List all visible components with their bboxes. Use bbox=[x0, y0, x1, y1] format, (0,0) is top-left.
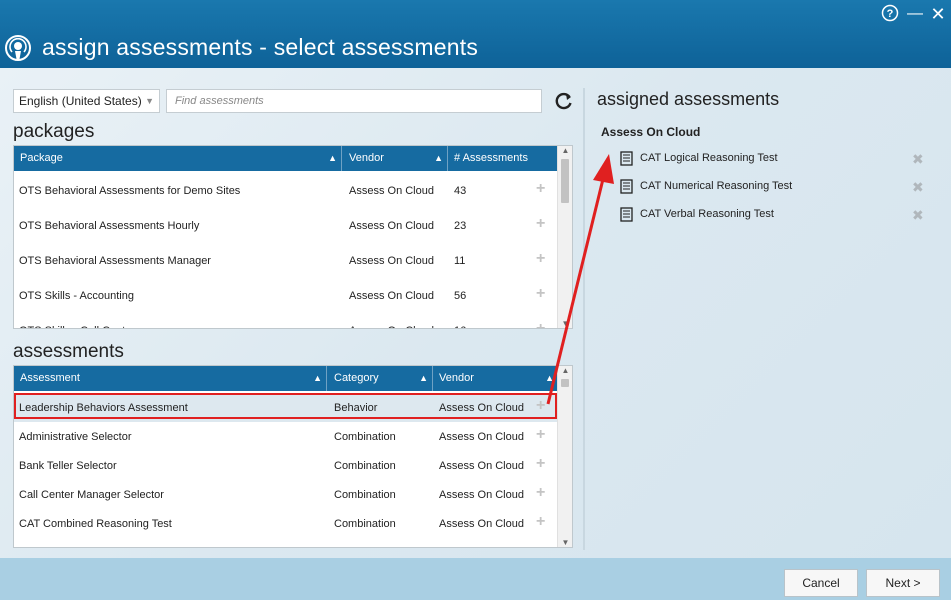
remove-icon[interactable]: ✖ bbox=[912, 151, 924, 168]
add-icon[interactable]: + bbox=[536, 320, 545, 328]
add-icon[interactable]: + bbox=[536, 484, 545, 502]
assessments-grid-header: Assessment ▲ Category ▲ Vendor ▲ bbox=[14, 366, 558, 391]
scroll-thumb[interactable] bbox=[561, 379, 569, 387]
packages-grid: Package ▲ Vendor ▲ # Assessments OTS Behav… bbox=[13, 145, 573, 329]
table-row[interactable]: Bank Teller Selector Combination Assess … bbox=[14, 451, 558, 480]
help-icon: ? bbox=[881, 4, 899, 22]
sort-asc-icon: ▲ bbox=[328, 153, 337, 163]
scroll-up-icon[interactable]: ▲ bbox=[558, 366, 572, 375]
add-icon[interactable]: + bbox=[536, 513, 545, 531]
document-icon bbox=[620, 179, 633, 194]
column-header-category[interactable]: Category ▲ bbox=[328, 366, 433, 391]
search-input[interactable]: Find assessments bbox=[166, 89, 542, 113]
scroll-up-icon[interactable]: ▲ bbox=[558, 146, 572, 155]
packages-section-title: packages bbox=[13, 121, 95, 142]
close-icon: ✕ bbox=[930, 4, 946, 24]
assessments-scrollbar[interactable]: ▲ ▼ bbox=[557, 366, 572, 547]
sort-asc-icon: ▲ bbox=[434, 153, 443, 163]
minimize-icon: — bbox=[907, 5, 923, 22]
add-icon[interactable]: + bbox=[536, 426, 545, 444]
cancel-button[interactable]: Cancel bbox=[784, 569, 858, 597]
packages-grid-header: Package ▲ Vendor ▲ # Assessments bbox=[14, 146, 558, 171]
list-item[interactable]: CAT Verbal Reasoning Test bbox=[620, 206, 930, 224]
assigned-vendor-group: Assess On Cloud bbox=[601, 125, 701, 139]
column-header-vendor[interactable]: Vendor ▲ bbox=[433, 366, 558, 391]
assigned-section-title: assigned assessments bbox=[597, 89, 780, 109]
table-row[interactable]: OTS Skills - Accounting Assess On Cloud … bbox=[14, 278, 558, 313]
add-icon[interactable]: + bbox=[536, 215, 545, 233]
list-item[interactable]: CAT Logical Reasoning Test bbox=[620, 150, 930, 168]
table-row[interactable]: OTS Skills - Call Center Assess On Cloud… bbox=[14, 313, 558, 328]
podcast-icon bbox=[5, 35, 31, 61]
assessments-section-title: assessments bbox=[13, 341, 124, 362]
table-row[interactable]: OTS Behavioral Assessments for Demo Site… bbox=[14, 173, 558, 208]
minimize-button[interactable]: — bbox=[905, 4, 925, 24]
scroll-thumb[interactable] bbox=[561, 159, 569, 203]
panel-divider bbox=[583, 88, 585, 550]
document-icon bbox=[620, 207, 633, 222]
column-header-package[interactable]: Package ▲ bbox=[14, 146, 342, 171]
list-item[interactable]: CAT Numerical Reasoning Test bbox=[620, 178, 930, 196]
document-icon bbox=[620, 151, 633, 166]
search-placeholder: Find assessments bbox=[175, 95, 264, 107]
table-row[interactable]: Administrative Selector Combination Asse… bbox=[14, 422, 558, 451]
add-icon[interactable]: + bbox=[536, 285, 545, 303]
close-button[interactable]: ✕ bbox=[928, 4, 948, 24]
column-header-assessment[interactable]: Assessment ▲ bbox=[14, 366, 327, 391]
packages-scrollbar[interactable]: ▲ ▼ bbox=[557, 146, 572, 328]
remove-icon[interactable]: ✖ bbox=[912, 179, 924, 196]
chevron-down-icon: ▼ bbox=[145, 96, 154, 106]
sort-asc-icon: ▲ bbox=[419, 373, 428, 383]
add-icon[interactable]: + bbox=[536, 180, 545, 198]
sort-asc-icon: ▲ bbox=[313, 373, 322, 383]
sort-asc-icon: ▲ bbox=[545, 373, 554, 383]
scroll-down-icon[interactable]: ▼ bbox=[558, 538, 572, 547]
table-row[interactable]: OTS Behavioral Assessments Manager Asses… bbox=[14, 243, 558, 278]
refresh-icon[interactable] bbox=[554, 91, 574, 111]
column-header-assessment-count[interactable]: # Assessments bbox=[448, 146, 558, 171]
language-select[interactable]: English (United States) ▼ bbox=[13, 89, 160, 113]
selected-row-highlight bbox=[14, 393, 557, 419]
help-button[interactable]: ? bbox=[880, 4, 900, 24]
add-icon[interactable]: + bbox=[536, 250, 545, 268]
next-button[interactable]: Next > bbox=[866, 569, 940, 597]
remove-icon[interactable]: ✖ bbox=[912, 207, 924, 224]
column-header-vendor[interactable]: Vendor ▲ bbox=[343, 146, 448, 171]
scroll-down-icon[interactable]: ▼ bbox=[558, 319, 572, 328]
table-row[interactable]: Call Center Manager Selector Combination… bbox=[14, 480, 558, 509]
title-bar: assign assessments - select assessments … bbox=[0, 0, 951, 68]
table-row[interactable]: CAT Combined Reasoning Test Combination … bbox=[14, 509, 558, 538]
page-title: assign assessments - select assessments bbox=[42, 34, 479, 60]
table-row[interactable]: OTS Behavioral Assessments Hourly Assess… bbox=[14, 208, 558, 243]
add-icon[interactable]: + bbox=[536, 455, 545, 473]
svg-text:?: ? bbox=[887, 8, 894, 20]
language-select-value: English (United States) bbox=[19, 94, 142, 108]
